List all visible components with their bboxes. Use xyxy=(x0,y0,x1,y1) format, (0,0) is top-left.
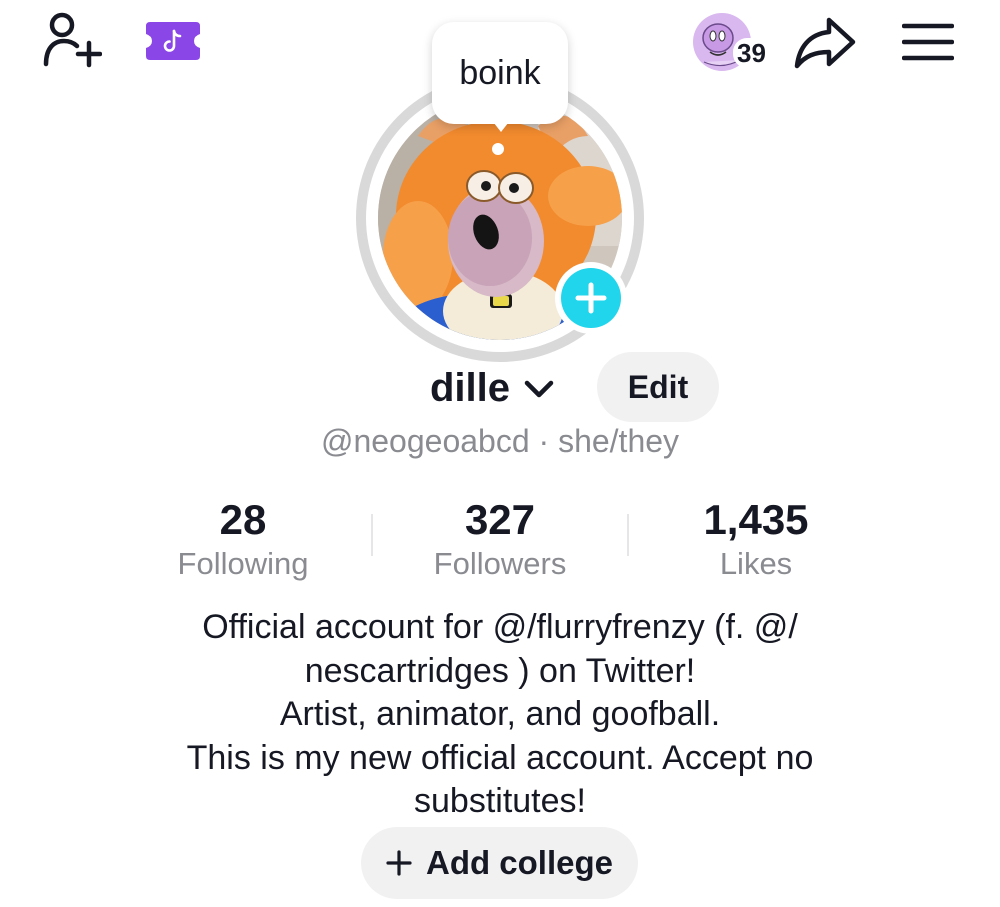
likes-label: Likes xyxy=(719,546,793,581)
share-arrow-icon xyxy=(794,17,856,69)
add-story-circle xyxy=(561,268,621,328)
bio-line: nescartridges ) on Twitter! xyxy=(304,651,696,690)
stat-divider xyxy=(371,514,373,556)
plus-icon xyxy=(575,282,607,314)
status-bubble[interactable]: boink xyxy=(432,22,568,124)
tiktok-ticket-icon xyxy=(146,22,200,60)
bio-line: substitutes! xyxy=(414,782,586,820)
tiktok-ticket-button[interactable] xyxy=(144,20,202,62)
add-college-label: Add college xyxy=(425,844,614,881)
followers-stat[interactable]: 327 Followers xyxy=(380,496,620,584)
hamburger-menu-icon xyxy=(902,23,954,61)
likes-stat[interactable]: 1,435 Likes xyxy=(636,496,876,584)
bio-line: Official account for @/flurryfrenzy (f. … xyxy=(202,608,798,646)
add-friend-button[interactable] xyxy=(38,10,104,70)
plus-icon xyxy=(386,850,412,876)
username-pronouns: @neogeoabcd · she/they xyxy=(320,423,680,459)
story-count-badge: 39 xyxy=(733,38,770,68)
add-college-button[interactable]: Add college xyxy=(361,827,638,899)
profile-bio[interactable]: Official account for @/flurryfrenzy (f. … xyxy=(130,606,870,824)
chevron-down-icon xyxy=(524,380,554,398)
display-name[interactable]: dille xyxy=(430,362,510,414)
likes-count: 1,435 xyxy=(703,496,809,543)
person-plus-icon xyxy=(43,12,102,68)
add-story-button[interactable] xyxy=(555,262,627,334)
edit-profile-button[interactable]: Edit xyxy=(597,352,719,422)
share-profile-button[interactable] xyxy=(790,12,860,72)
stat-divider xyxy=(627,514,629,556)
bio-line: This is my new official account. Accept … xyxy=(186,738,814,777)
following-count: 28 xyxy=(219,496,267,543)
account-switch-button[interactable] xyxy=(522,374,556,404)
status-bubble-text: boink xyxy=(459,53,541,92)
followers-label: Followers xyxy=(433,546,567,581)
followers-count: 327 xyxy=(464,496,536,543)
following-stat[interactable]: 28 Following xyxy=(123,496,363,584)
status-bubble-dot xyxy=(492,143,504,155)
menu-button[interactable] xyxy=(896,12,960,72)
bio-line: Artist, animator, and goofball. xyxy=(279,695,721,733)
following-label: Following xyxy=(177,546,309,581)
